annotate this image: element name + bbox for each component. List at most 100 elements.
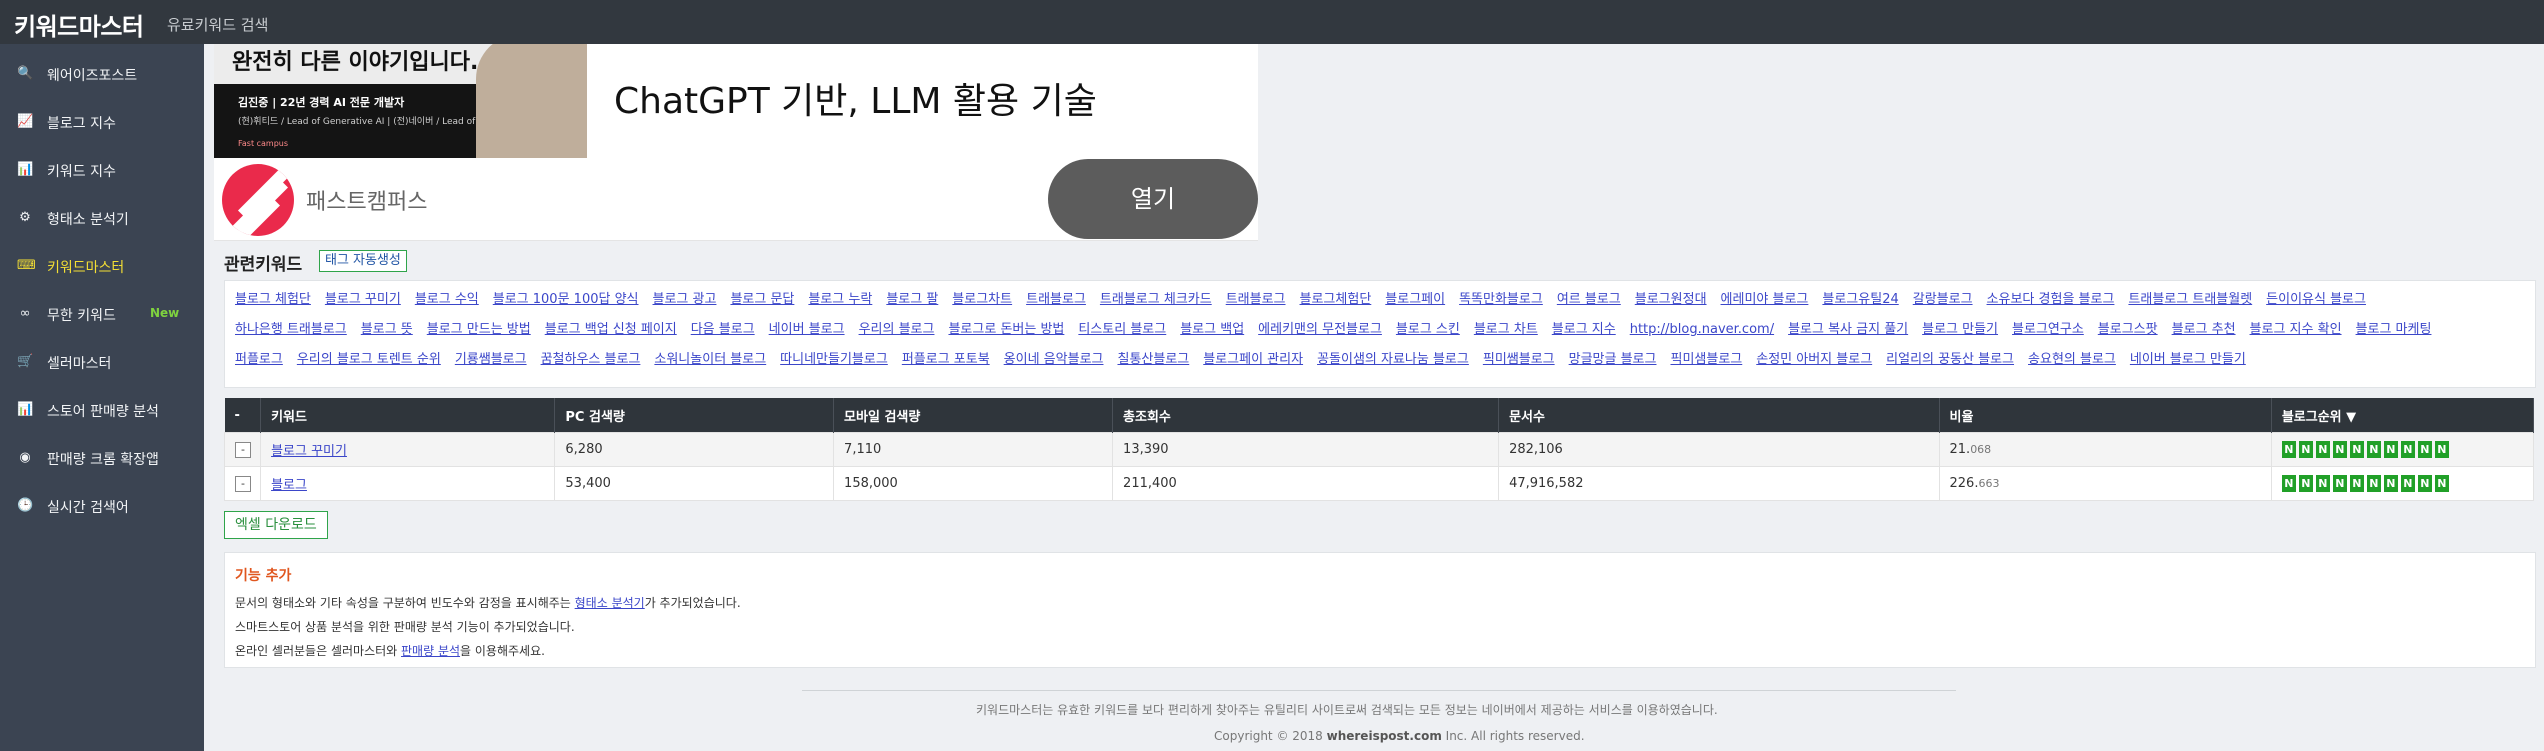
related-keyword-link[interactable]: 블로그유틸24 [1822, 292, 1898, 307]
collapse-button[interactable]: - [235, 441, 251, 458]
related-keyword-link[interactable]: 소워니놀이터 블로그 [654, 352, 766, 367]
related-keyword-link[interactable]: 블로그 마케팅 [2356, 322, 2432, 337]
related-keyword-link[interactable]: 픽미쌤블로그 [1483, 352, 1555, 367]
ad-banner[interactable]: 완전히 다른 이야기입니다. 김진중 | 22년 경력 AI 전문 개발자 (현… [214, 44, 1258, 241]
related-keyword-link[interactable]: 네이버 블로그 만들기 [2130, 352, 2246, 367]
related-keyword-link[interactable]: 블로그 만드는 방법 [427, 322, 531, 337]
related-keyword-link[interactable]: 든이이유식 블로그 [2266, 292, 2366, 307]
related-keyword-link[interactable]: 블로그 뜻 [361, 322, 413, 337]
related-keyword-link[interactable]: 블로그원정대 [1635, 292, 1707, 307]
naver-rank-icon[interactable]: N [2383, 441, 2398, 458]
related-keyword-link[interactable]: 에레미야 블로그 [1721, 292, 1809, 307]
naver-rank-icon[interactable]: N [2417, 475, 2432, 492]
related-keyword-link[interactable]: 블로그 차트 [1474, 322, 1538, 337]
related-keyword-link[interactable]: 블로그 복사 금지 풀기 [1788, 322, 1908, 337]
related-keyword-link[interactable]: 따니네만들기블로그 [780, 352, 888, 367]
related-keyword-link[interactable]: 티스토리 블로그 [1078, 322, 1166, 337]
naver-rank-icon[interactable]: N [2400, 441, 2415, 458]
naver-rank-icon[interactable]: N [2315, 475, 2330, 492]
related-keyword-link[interactable]: 똑똑만화블로그 [1459, 292, 1543, 307]
naver-rank-icon[interactable]: N [2366, 475, 2381, 492]
related-keyword-link[interactable]: 블로그 백업 신청 페이지 [545, 322, 677, 337]
related-keyword-link[interactable]: 퍼플로그 [235, 352, 283, 367]
morpheme-analyzer-link[interactable]: 형태소 분석기 [575, 596, 645, 610]
related-keyword-link[interactable]: 트래블로그 [1026, 292, 1086, 307]
related-keyword-link[interactable]: 블로그 누락 [808, 292, 872, 307]
naver-rank-icon[interactable]: N [2434, 441, 2449, 458]
naver-rank-icon[interactable]: N [2349, 441, 2364, 458]
keyword-link[interactable]: 블로그 꾸미기 [271, 444, 347, 459]
related-keyword-link[interactable]: 퍼플로그 포토북 [902, 352, 990, 367]
naver-rank-icon[interactable]: N [2417, 441, 2432, 458]
sales-analysis-link[interactable]: 판매량 분석 [401, 644, 460, 658]
related-keyword-link[interactable]: 블로그 꾸미기 [325, 292, 401, 307]
related-keyword-link[interactable]: 블로그체험단 [1300, 292, 1372, 307]
related-keyword-link[interactable]: 픽미샘블로그 [1670, 352, 1742, 367]
sidebar-item-3[interactable]: ⚙ 형태소 분석기 [0, 198, 204, 238]
related-keyword-link[interactable]: 블로그 추천 [2172, 322, 2236, 337]
related-keyword-link[interactable]: 꽁돌이샘의 자료나눔 블로그 [1317, 352, 1469, 367]
related-keyword-link[interactable]: 손정민 아버지 블로그 [1756, 352, 1872, 367]
sidebar-item-5[interactable]: ∞ 무한 키워드 New [0, 294, 204, 334]
related-keyword-link[interactable]: 트래블로그 [1226, 292, 1286, 307]
naver-rank-icon[interactable]: N [2434, 475, 2449, 492]
copyright-site[interactable]: whereispost.com [1327, 729, 1442, 743]
related-keyword-link[interactable]: 여르 블로그 [1557, 292, 1621, 307]
brand-logo[interactable]: 키워드마스터 [14, 7, 144, 42]
naver-rank-icon[interactable]: N [2332, 441, 2347, 458]
related-keyword-link[interactable]: 블로그로 돈버는 방법 [948, 322, 1064, 337]
related-keyword-link[interactable]: 블로그페이 관리자 [1203, 352, 1303, 367]
related-keyword-link[interactable]: 우리의 블로그 [859, 322, 935, 337]
naver-rank-icon[interactable]: N [2281, 441, 2296, 458]
sidebar-item-8[interactable]: ◉ 판매량 크롬 확장앱 [0, 438, 204, 478]
related-keyword-link[interactable]: 블로그연구소 [2012, 322, 2084, 337]
related-keyword-link[interactable]: http://blog.naver.com/ [1630, 322, 1774, 337]
related-keyword-link[interactable]: 블로그차트 [952, 292, 1012, 307]
sidebar-item-6[interactable]: 🛒 셀러마스터 [0, 342, 204, 382]
related-keyword-link[interactable]: 리얼리의 꿍동산 블로그 [1886, 352, 2014, 367]
sidebar-item-2[interactable]: 📊 키워드 지수 [0, 150, 204, 190]
related-keyword-link[interactable]: 블로그 100문 100답 양식 [493, 292, 639, 307]
related-keyword-link[interactable]: 블로그 팔 [886, 292, 938, 307]
sidebar-item-9[interactable]: 🕒 실시간 검색어 [0, 486, 204, 526]
related-keyword-link[interactable]: 블로그 지수 [1552, 322, 1616, 337]
tag-autogen-button[interactable]: 태그 자동생성 [319, 250, 407, 272]
naver-rank-icon[interactable]: N [2281, 475, 2296, 492]
related-keyword-link[interactable]: 망글망글 블로그 [1569, 352, 1657, 367]
naver-rank-icon[interactable]: N [2315, 441, 2330, 458]
related-keyword-link[interactable]: 블로그 스킨 [1396, 322, 1460, 337]
related-keyword-link[interactable]: 네이버 블로그 [769, 322, 845, 337]
related-keyword-link[interactable]: 갈랑블로그 [1913, 292, 1973, 307]
naver-rank-icon[interactable]: N [2400, 475, 2415, 492]
column-header[interactable]: 블로그순위 ▼ [2271, 398, 2535, 433]
keyword-link[interactable]: 블로그 [271, 478, 307, 493]
ad-open-button[interactable]: 열기 [1048, 159, 1258, 239]
related-keyword-link[interactable]: 하나은행 트래블로그 [235, 322, 347, 337]
naver-rank-icon[interactable]: N [2298, 475, 2313, 492]
related-keyword-link[interactable]: 꿈철하우스 블로그 [541, 352, 641, 367]
sidebar-item-1[interactable]: 📈 블로그 지수 [0, 102, 204, 142]
naver-rank-icon[interactable]: N [2349, 475, 2364, 492]
collapse-button[interactable]: - [235, 475, 251, 492]
naver-rank-icon[interactable]: N [2332, 475, 2347, 492]
related-keyword-link[interactable]: 블로그 수익 [415, 292, 479, 307]
related-keyword-link[interactable]: 다음 블로그 [691, 322, 755, 337]
related-keyword-link[interactable]: 칠통산블로그 [1117, 352, 1189, 367]
naver-rank-icon[interactable]: N [2366, 441, 2381, 458]
related-keyword-link[interactable]: 소유보다 경험을 블로그 [1987, 292, 2115, 307]
related-keyword-link[interactable]: 우리의 블로그 토렌트 순위 [297, 352, 441, 367]
sidebar-item-0[interactable]: 🔍 웨어이즈포스트 [0, 54, 204, 94]
related-keyword-link[interactable]: 블로그 광고 [653, 292, 717, 307]
related-keyword-link[interactable]: 블로그스팟 [2098, 322, 2158, 337]
related-keyword-link[interactable]: 옹이네 음악블로그 [1004, 352, 1104, 367]
related-keyword-link[interactable]: 블로그 만들기 [1922, 322, 1998, 337]
related-keyword-link[interactable]: 에레키맨의 무전블로그 [1258, 322, 1382, 337]
related-keyword-link[interactable]: 블로그 문답 [730, 292, 794, 307]
related-keyword-link[interactable]: 블로그페이 [1385, 292, 1445, 307]
naver-rank-icon[interactable]: N [2383, 475, 2398, 492]
related-keyword-link[interactable]: 블로그 백업 [1180, 322, 1244, 337]
related-keyword-link[interactable]: 트래블로그 체크카드 [1100, 292, 1212, 307]
sidebar-item-7[interactable]: 📊 스토어 판매량 분석 [0, 390, 204, 430]
naver-rank-icon[interactable]: N [2298, 441, 2313, 458]
related-keyword-link[interactable]: 기룡쌤블로그 [455, 352, 527, 367]
